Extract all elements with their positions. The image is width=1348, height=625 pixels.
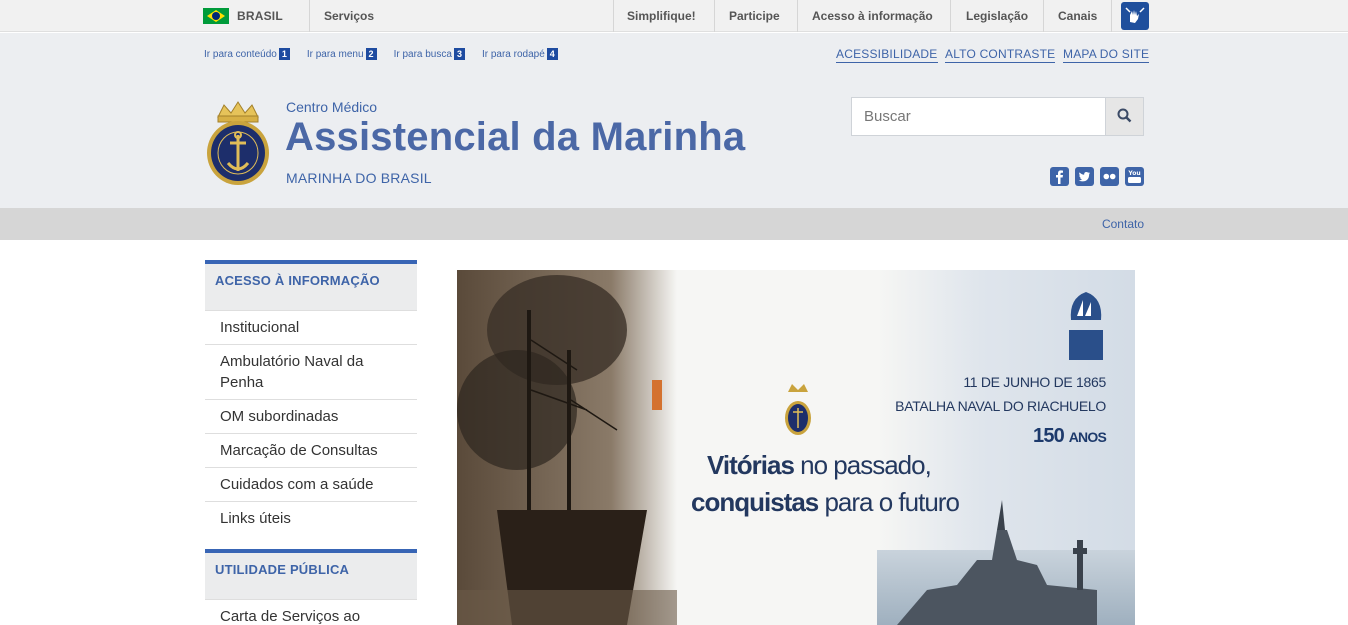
sidebar-section-title: ACESSO À INFORMAÇÃO	[205, 260, 417, 310]
sidebar-section-title: UTILIDADE PÚBLICA	[205, 549, 417, 599]
sidebar-list: Carta de Serviços ao Usuário	[205, 599, 417, 625]
skip-label: Ir para menu	[306, 48, 364, 60]
canais-link[interactable]: Canais	[1058, 0, 1097, 32]
riachuelo-badge-icon	[1069, 292, 1103, 360]
skip-label: Ir para conteúdo	[204, 48, 277, 60]
search-input[interactable]	[852, 98, 1106, 135]
years-number: 150	[1033, 425, 1065, 447]
sidebar-item-marcacao-consultas[interactable]: Marcação de Consultas	[205, 433, 417, 467]
site-title[interactable]: Assistencial da Marinha	[285, 115, 745, 160]
acessibilidade-link[interactable]: ACESSIBILIDADE	[836, 47, 938, 63]
skip-number: 3	[453, 48, 465, 60]
skip-number: 2	[365, 48, 377, 60]
sidebar-item-carta-servicos[interactable]: Carta de Serviços ao Usuário	[205, 599, 417, 625]
search-button[interactable]	[1105, 98, 1143, 135]
skip-label: Ir para rodapé	[481, 48, 545, 60]
banner-battle: BATALHA NAVAL DO RIACHUELO	[895, 398, 1106, 414]
brazil-flag-icon	[203, 8, 229, 24]
acesso-informacao-link[interactable]: Acesso à informação	[812, 0, 933, 32]
twitter-icon[interactable]	[1075, 167, 1094, 186]
simplifique-link[interactable]: Simplifique!	[627, 0, 696, 32]
mapa-do-site-link[interactable]: MAPA DO SITE	[1063, 47, 1150, 63]
site-owner: MARINHA DO BRASIL	[286, 170, 432, 186]
navy-emblem-icon	[785, 384, 811, 435]
participe-link[interactable]: Participe	[729, 0, 780, 32]
youtube-icon[interactable]: You	[1125, 167, 1144, 186]
skip-to-menu-link[interactable]: Ir para menu 2	[307, 48, 377, 60]
skip-to-search-link[interactable]: Ir para busca 3	[394, 48, 465, 60]
headline-rest: no passado,	[793, 450, 932, 480]
sidebar-item-links-uteis[interactable]: Links úteis	[205, 501, 417, 535]
skip-number: 1	[278, 48, 290, 60]
divider	[613, 0, 614, 32]
sidebar-item-cuidados-saude[interactable]: Cuidados com a saúde	[205, 467, 417, 501]
svg-text:You: You	[1127, 170, 1140, 177]
brasil-label: BRASIL	[237, 9, 283, 23]
search-form	[851, 97, 1144, 136]
legislacao-link[interactable]: Legislação	[966, 0, 1028, 32]
headline-strong: Vitórias	[707, 450, 795, 480]
skip-label: Ir para busca	[393, 48, 452, 60]
headline-strong: conquistas	[691, 487, 819, 517]
years-word: ANOS	[1068, 429, 1107, 445]
hero-banner[interactable]: 11 DE JUNHO DE 1865 BATALHA NAVAL DO RIA…	[457, 270, 1135, 625]
alto-contraste-link[interactable]: ALTO CONTRASTE	[945, 47, 1056, 63]
divider	[1111, 0, 1112, 32]
divider	[714, 0, 715, 32]
headline-rest: para o futuro	[818, 487, 959, 517]
frigate-image	[897, 500, 1097, 625]
search-icon	[1117, 108, 1132, 126]
sign-language-icon[interactable]	[1121, 2, 1149, 30]
navy-emblem-logo[interactable]	[204, 99, 272, 189]
sidebar-item-ambulatorio[interactable]: Ambulatório Naval da Penha	[205, 344, 417, 399]
brasil-link[interactable]: BRASIL	[203, 0, 283, 32]
sidebar-item-om-subordinadas[interactable]: OM subordinadas	[205, 399, 417, 433]
skip-number: 4	[546, 48, 558, 60]
divider	[1043, 0, 1044, 32]
servicos-link[interactable]: Serviços	[324, 0, 374, 32]
historic-ship-image	[457, 270, 677, 625]
contato-link[interactable]: Contato	[1102, 217, 1144, 231]
site-subtitle: Centro Médico	[286, 99, 378, 115]
sidebar-menu: ACESSO À INFORMAÇÃO Institucional Ambula…	[205, 260, 417, 625]
banner-date: 11 DE JUNHO DE 1865	[963, 374, 1106, 390]
flickr-icon[interactable]	[1100, 167, 1119, 186]
skip-to-content-link[interactable]: Ir para conteúdo 1	[204, 48, 290, 60]
skip-to-footer-link[interactable]: Ir para rodapé 4	[482, 48, 558, 60]
banner-headline-1: Vitórias no passado,	[707, 450, 932, 481]
facebook-icon[interactable]	[1050, 167, 1069, 186]
divider	[309, 0, 310, 32]
sidebar-list: Institucional Ambulatório Naval da Penha…	[205, 310, 417, 535]
divider	[950, 0, 951, 32]
skip-links: Ir para conteúdo 1 Ir para menu 2 Ir para …	[204, 48, 575, 60]
banner-headline-2: conquistas para o futuro	[691, 487, 960, 518]
service-bar: Contato	[0, 208, 1348, 240]
divider	[797, 0, 798, 32]
sidebar-item-institucional[interactable]: Institucional	[205, 310, 417, 344]
gov-bar: BRASIL Serviços Simplifique! Participe A…	[0, 0, 1348, 32]
site-header: Ir para conteúdo 1 Ir para menu 2 Ir para …	[0, 33, 1348, 208]
banner-anniversary: 150 ANOS	[1033, 425, 1107, 448]
